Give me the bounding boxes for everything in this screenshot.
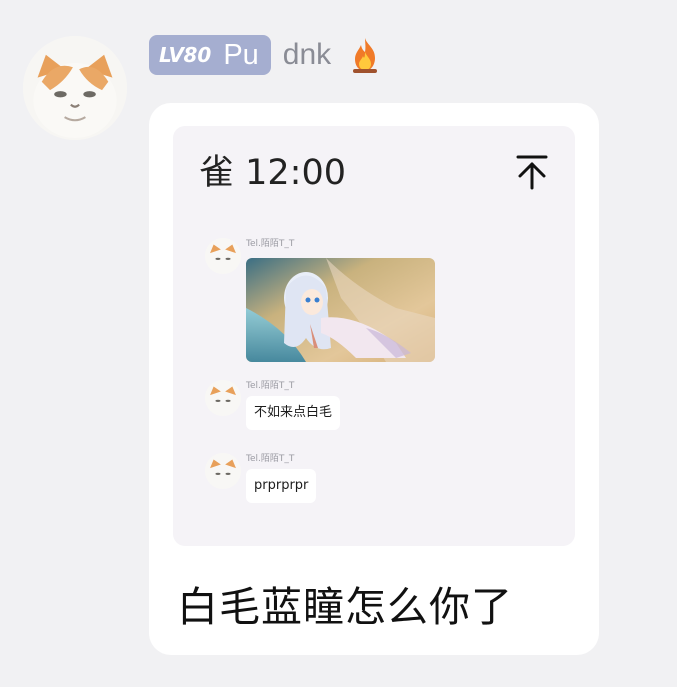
mini-message-text: prprprpr <box>246 469 317 503</box>
cat-avatar-icon <box>205 238 241 274</box>
cat-avatar-icon <box>205 453 241 489</box>
message-header: LV 80 Pu dnk <box>149 34 381 76</box>
fire-icon[interactable] <box>349 36 381 74</box>
message-caption: 白毛蓝瞳怎么你了 <box>177 583 513 631</box>
status-text: 雀 12:00 <box>199 153 346 193</box>
level-number: 80 <box>183 43 212 67</box>
cat-avatar-icon <box>23 36 127 140</box>
anime-girl-image[interactable] <box>246 258 435 362</box>
quoted-screenshot[interactable]: 雀 12:00 Tel.陌陌T_T Tel.陌陌T_T 不如来点白毛 Tel.陌… <box>173 126 575 546</box>
pin-to-top-icon <box>515 154 549 190</box>
level-prefix: LV <box>159 43 184 67</box>
sender-name[interactable]: dnk <box>283 38 331 72</box>
level-title: Pu <box>223 38 259 71</box>
mini-avatar <box>205 238 241 274</box>
level-badge[interactable]: LV 80 Pu <box>149 35 271 75</box>
mini-avatar <box>205 453 241 489</box>
mini-message-text: 不如来点白毛 <box>246 396 341 430</box>
message-bubble[interactable]: 雀 12:00 Tel.陌陌T_T Tel.陌陌T_T 不如来点白毛 Tel.陌… <box>149 103 599 655</box>
mini-sender-name: Tel.陌陌T_T <box>246 381 295 391</box>
mini-avatar <box>205 380 241 416</box>
cat-avatar-icon <box>205 380 241 416</box>
mini-sender-name: Tel.陌陌T_T <box>246 454 295 464</box>
mini-sender-name: Tel.陌陌T_T <box>246 239 295 249</box>
sender-avatar[interactable] <box>23 36 127 140</box>
